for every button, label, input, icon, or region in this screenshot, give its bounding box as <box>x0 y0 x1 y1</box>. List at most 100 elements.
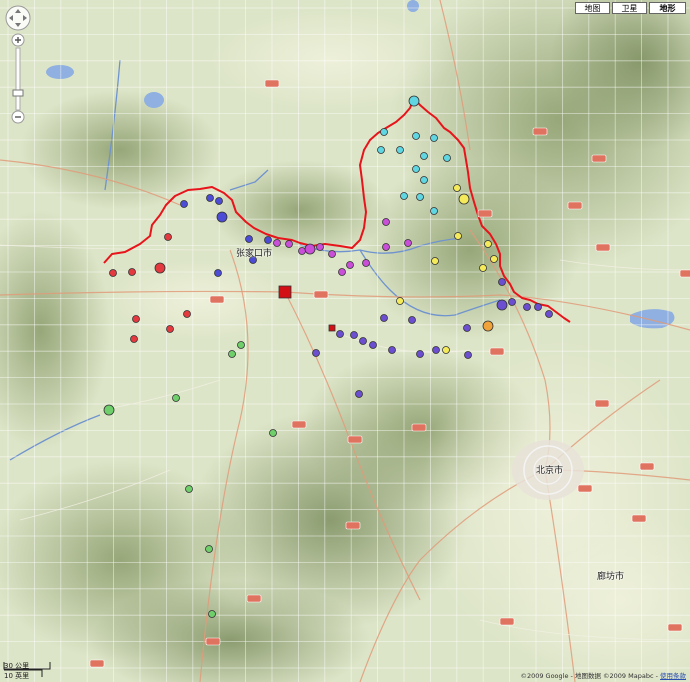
purple-station-marker[interactable] <box>359 337 367 345</box>
purple-station-marker[interactable] <box>523 303 531 311</box>
cyan-station-marker[interactable] <box>400 192 408 200</box>
map-navigation-control[interactable] <box>4 4 34 124</box>
zoom-slider-icon[interactable] <box>12 47 24 111</box>
purple-station-marker[interactable] <box>416 350 424 358</box>
purple-station-marker[interactable] <box>432 346 440 354</box>
yellow-station-marker[interactable] <box>396 297 404 305</box>
green-station-marker[interactable] <box>269 429 277 437</box>
red-station-marker[interactable] <box>154 262 166 274</box>
road-shield-icon <box>345 521 361 530</box>
blue-station-marker[interactable] <box>214 269 222 277</box>
blue-station-marker[interactable] <box>216 211 228 223</box>
cyan-station-marker[interactable] <box>416 193 424 201</box>
yellow-station-marker[interactable] <box>490 255 498 263</box>
red-station-marker[interactable] <box>109 269 117 277</box>
square-site-marker[interactable] <box>328 324 336 332</box>
cyan-station-marker[interactable] <box>412 132 420 140</box>
magenta-station-marker[interactable] <box>362 259 370 267</box>
magenta-station-marker[interactable] <box>304 243 316 255</box>
purple-station-marker[interactable] <box>312 349 320 357</box>
magenta-station-marker[interactable] <box>328 250 336 258</box>
zoom-out-icon[interactable] <box>11 110 25 124</box>
purple-station-marker[interactable] <box>369 341 377 349</box>
magenta-station-marker[interactable] <box>382 243 390 251</box>
map-type-terrain-button[interactable]: 地形 <box>649 2 686 14</box>
red-station-marker[interactable] <box>132 315 140 323</box>
yellow-station-marker[interactable] <box>453 184 461 192</box>
blue-station-marker[interactable] <box>215 197 223 205</box>
blue-station-marker[interactable] <box>180 200 188 208</box>
magenta-station-marker[interactable] <box>273 239 281 247</box>
road-shield-icon <box>489 347 505 356</box>
pan-control-icon[interactable] <box>5 5 31 31</box>
cyan-station-marker[interactable] <box>412 165 420 173</box>
magenta-station-marker[interactable] <box>285 240 293 248</box>
blue-station-marker[interactable] <box>245 235 253 243</box>
road-shield-icon <box>595 243 611 252</box>
cyan-station-marker[interactable] <box>380 128 388 136</box>
purple-station-marker[interactable] <box>350 331 358 339</box>
zoom-in-icon[interactable] <box>11 33 25 47</box>
green-station-marker[interactable] <box>103 404 115 416</box>
road-shield-icon <box>679 269 690 278</box>
purple-station-marker[interactable] <box>388 346 396 354</box>
cyan-station-marker[interactable] <box>420 176 428 184</box>
yellow-station-marker[interactable] <box>454 232 462 240</box>
orange-station-marker[interactable] <box>482 320 494 332</box>
purple-station-marker[interactable] <box>408 316 416 324</box>
green-station-marker[interactable] <box>205 545 213 553</box>
purple-station-marker[interactable] <box>463 324 471 332</box>
map-type-map-button[interactable]: 地图 <box>575 2 610 14</box>
green-station-marker[interactable] <box>185 485 193 493</box>
road-shield-icon <box>264 79 280 88</box>
magenta-station-marker[interactable] <box>316 243 324 251</box>
magenta-station-marker[interactable] <box>382 218 390 226</box>
red-station-marker[interactable] <box>183 310 191 318</box>
magenta-station-marker[interactable] <box>338 268 346 276</box>
purple-station-marker[interactable] <box>498 278 506 286</box>
green-station-marker[interactable] <box>172 394 180 402</box>
cyan-station-marker[interactable] <box>396 146 404 154</box>
terrain-map[interactable] <box>0 0 690 682</box>
purple-station-marker[interactable] <box>508 298 516 306</box>
cyan-station-marker[interactable] <box>430 207 438 215</box>
cyan-station-marker[interactable] <box>377 146 385 154</box>
magenta-station-marker[interactable] <box>298 247 306 255</box>
cyan-station-marker[interactable] <box>430 134 438 142</box>
yellow-station-marker[interactable] <box>484 240 492 248</box>
purple-station-marker[interactable] <box>545 310 553 318</box>
cyan-station-marker[interactable] <box>420 152 428 160</box>
blue-station-marker[interactable] <box>264 236 272 244</box>
square-site-marker[interactable] <box>278 285 292 299</box>
yellow-station-marker[interactable] <box>431 257 439 265</box>
red-station-marker[interactable] <box>164 233 172 241</box>
map-type-satellite-button[interactable]: 卫星 <box>612 2 647 14</box>
yellow-station-marker[interactable] <box>479 264 487 272</box>
purple-station-marker[interactable] <box>380 314 388 322</box>
purple-station-marker[interactable] <box>336 330 344 338</box>
purple-station-marker[interactable] <box>496 299 508 311</box>
green-station-marker[interactable] <box>237 341 245 349</box>
yellow-station-marker[interactable] <box>458 193 470 205</box>
red-station-marker[interactable] <box>128 268 136 276</box>
green-station-marker[interactable] <box>208 610 216 618</box>
green-station-marker[interactable] <box>228 350 236 358</box>
scale-mi-label: 10 英里 <box>4 672 30 680</box>
yellow-station-marker[interactable] <box>442 346 450 354</box>
magenta-station-marker[interactable] <box>346 261 354 269</box>
magenta-station-marker[interactable] <box>404 239 412 247</box>
road-shield-icon <box>477 209 493 218</box>
cyan-station-marker[interactable] <box>443 154 451 162</box>
red-station-marker[interactable] <box>166 325 174 333</box>
purple-station-marker[interactable] <box>464 351 472 359</box>
purple-station-marker[interactable] <box>355 390 363 398</box>
road-shield-icon <box>567 201 583 210</box>
red-station-marker[interactable] <box>130 335 138 343</box>
road-shield-icon <box>347 435 363 444</box>
city-label-zhangjiakou: 张家口市 <box>236 249 273 259</box>
blue-station-marker[interactable] <box>206 194 214 202</box>
terms-link[interactable]: 使用条款 <box>660 672 686 680</box>
purple-station-marker[interactable] <box>534 303 542 311</box>
scale-km-label: 30 公里 <box>4 662 30 670</box>
cyan-station-marker[interactable] <box>408 95 420 107</box>
